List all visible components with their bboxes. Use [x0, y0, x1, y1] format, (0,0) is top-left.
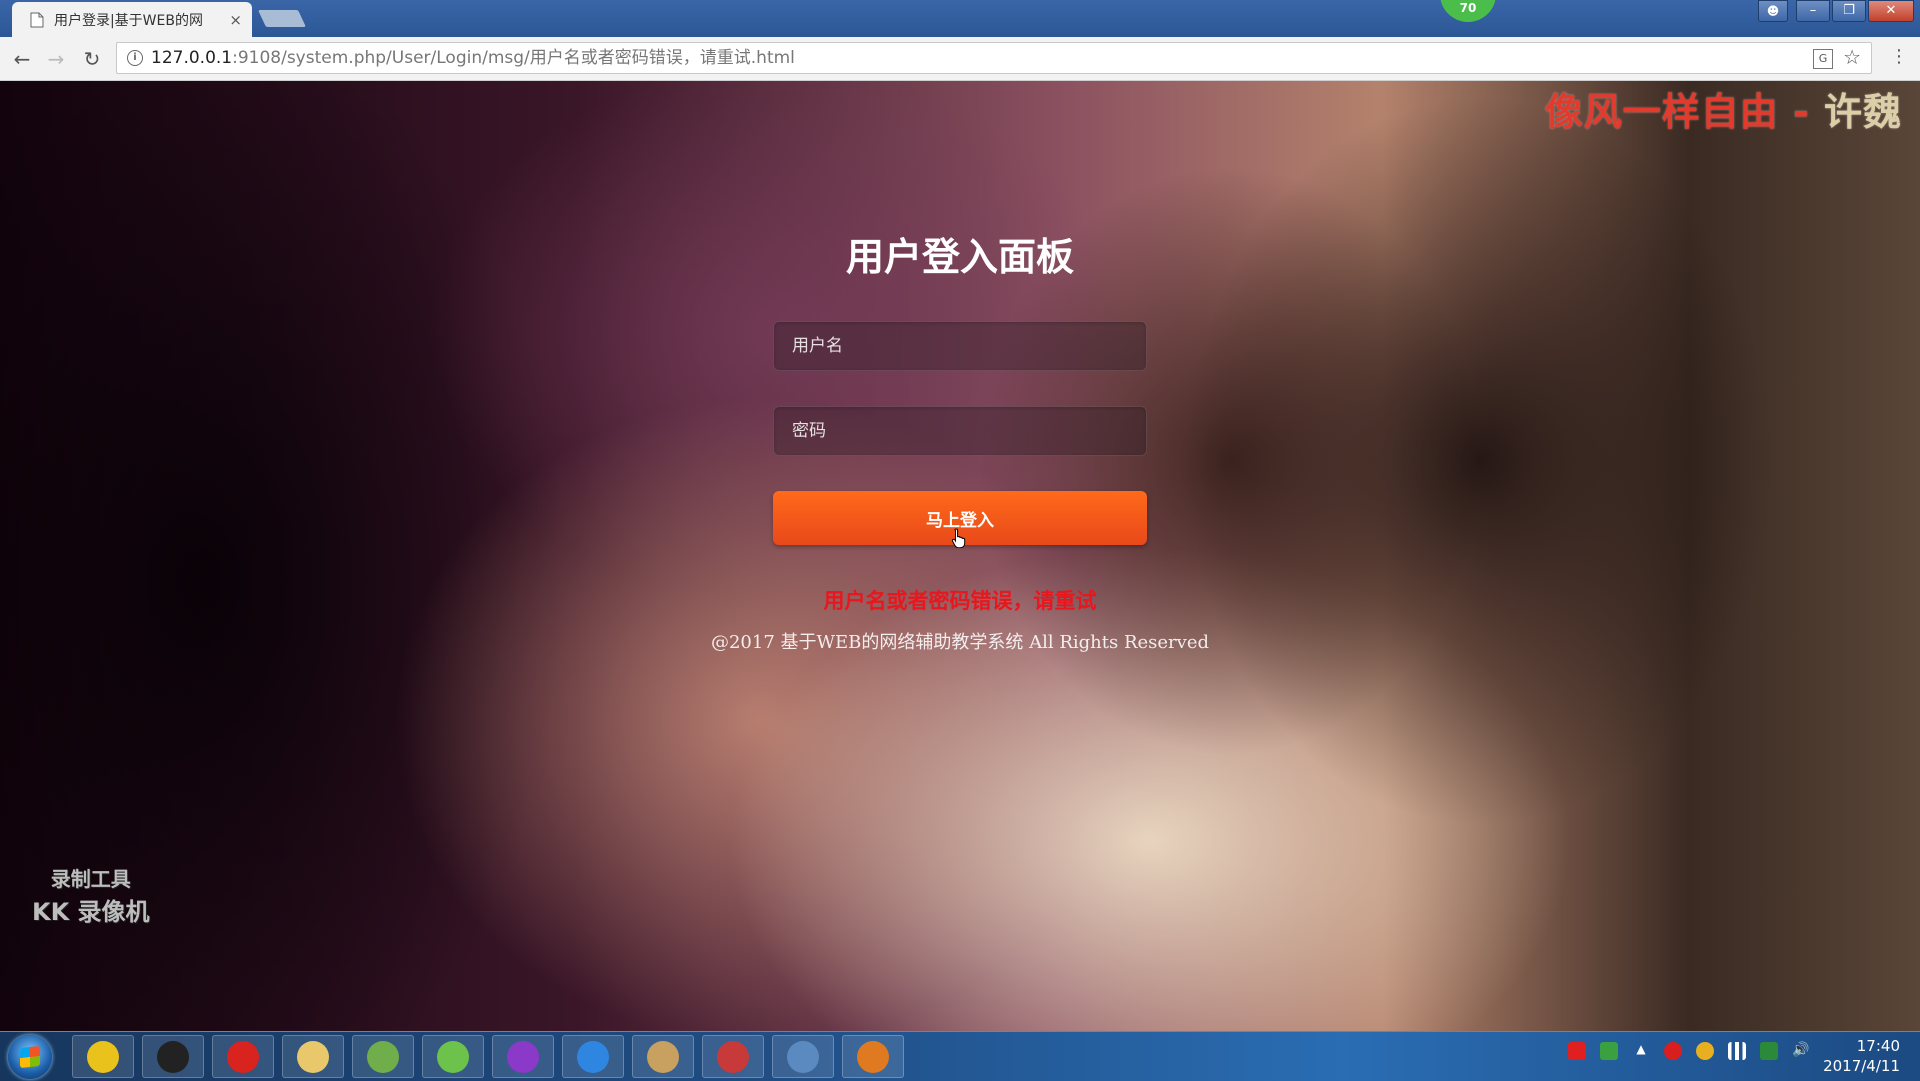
- taskbar-button[interactable]: [492, 1035, 554, 1078]
- taskbar-button[interactable]: [562, 1035, 624, 1078]
- wps-writer-icon: [577, 1040, 609, 1073]
- volume-icon[interactable]: 🔊: [1792, 1042, 1810, 1060]
- forward-arrow-icon[interactable]: →: [43, 46, 69, 72]
- tab-close-icon[interactable]: ×: [229, 11, 242, 29]
- taskbar-button[interactable]: [352, 1035, 414, 1078]
- password-input[interactable]: [773, 406, 1147, 456]
- watermark-title: 像风一样自由 -: [1544, 90, 1824, 134]
- close-window-icon[interactable]: ✕: [1868, 0, 1914, 22]
- user-profile-icon[interactable]: ☻: [1758, 0, 1788, 22]
- url-path: :9108/system.php/User/Login/msg/用户名或者密码错…: [232, 48, 795, 68]
- page-icon: [30, 12, 44, 27]
- network-icon[interactable]: [1760, 1042, 1778, 1060]
- top-watermark: 像风一样自由 - 许魏: [1545, 81, 1902, 136]
- recorder-icon: [857, 1040, 889, 1073]
- taskbar-button[interactable]: [212, 1035, 274, 1078]
- taskbar: ▲ 🔊 17:40 2017/4/11: [0, 1031, 1920, 1081]
- signal-icon[interactable]: [1728, 1042, 1746, 1060]
- watermark-author: 许魏: [1823, 90, 1902, 134]
- antivirus-icon[interactable]: [1664, 1042, 1682, 1060]
- taskbar-button[interactable]: [632, 1035, 694, 1078]
- url-text[interactable]: 127.0.0.1:9108/system.php/User/Login/msg…: [151, 43, 795, 73]
- browser-360-icon: [437, 1040, 469, 1073]
- tools-icon: [647, 1040, 679, 1073]
- username-input[interactable]: [773, 321, 1147, 371]
- translate-icon[interactable]: G: [1813, 49, 1833, 69]
- bookmark-star-icon[interactable]: ☆: [1843, 45, 1861, 69]
- url-host: 127.0.0.1: [151, 48, 233, 68]
- back-arrow-icon[interactable]: ←: [9, 46, 35, 72]
- editor-icon: [367, 1040, 399, 1073]
- maximize-icon[interactable]: ❐: [1832, 0, 1866, 22]
- system-tray: ▲ 🔊: [1568, 1042, 1810, 1060]
- toolbox-icon: [717, 1040, 749, 1073]
- taskbar-clock[interactable]: 17:40 2017/4/11: [1810, 1036, 1900, 1076]
- page-title: 用户登入面板: [845, 235, 1074, 279]
- login-page: 像风一样自由 - 许魏 用户登入面板 马上登入 用户名或者密码错误，请重试 @2…: [0, 81, 1920, 1031]
- taskbar-button[interactable]: [772, 1035, 834, 1078]
- reload-icon[interactable]: ↻: [79, 46, 105, 72]
- tab-title: 用户登录|基于WEB的网: [53, 12, 203, 29]
- window-icon: [787, 1040, 819, 1073]
- tray-expand-icon[interactable]: ▲: [1632, 1042, 1650, 1060]
- taskbar-button[interactable]: [72, 1035, 134, 1078]
- info-icon[interactable]: i: [127, 50, 143, 66]
- taskbar-button[interactable]: [842, 1035, 904, 1078]
- taskbar-button[interactable]: [702, 1035, 764, 1078]
- sogou-ime-icon[interactable]: [1568, 1042, 1586, 1060]
- browser-titlebar: 用户登录|基于WEB的网 × 70 ☻ – ❐ ✕: [0, 0, 1920, 37]
- recorder-watermark: 录制工具 KK 录像机: [32, 863, 150, 927]
- chrome-icon: [87, 1040, 119, 1073]
- recorder-line2: KK 录像机: [32, 898, 150, 926]
- error-message: 用户名或者密码错误，请重试: [823, 589, 1097, 613]
- notification-badge[interactable]: 70: [1440, 0, 1496, 22]
- phpstorm-icon: [507, 1040, 539, 1073]
- taskbar-button[interactable]: [142, 1035, 204, 1078]
- window-controls: – ❐ ✕: [1794, 0, 1914, 22]
- battery-icon[interactable]: [1600, 1042, 1618, 1060]
- taskbar-button[interactable]: [282, 1035, 344, 1078]
- hand-cursor-icon: [952, 528, 966, 548]
- minimize-icon[interactable]: –: [1796, 0, 1830, 22]
- browser-toolbar: ← → ↻ i 127.0.0.1:9108/system.php/User/L…: [0, 37, 1920, 81]
- file-explorer-icon: [297, 1040, 329, 1073]
- browser-menu-icon[interactable]: ⋮: [1890, 48, 1908, 66]
- clock-date: 2017/4/11: [1823, 1057, 1900, 1075]
- netease-music-icon: [227, 1040, 259, 1073]
- clock-time: 17:40: [1856, 1037, 1900, 1055]
- copyright-footer: @2017 基于WEB的网络辅助教学系统 All Rights Reserved: [710, 632, 1209, 653]
- qq-tray-icon[interactable]: [1696, 1042, 1714, 1060]
- taskbar-button[interactable]: [422, 1035, 484, 1078]
- new-tab-button[interactable]: [258, 10, 306, 27]
- qq-icon: [157, 1040, 189, 1073]
- windows-logo-icon: [20, 1045, 40, 1069]
- browser-tab[interactable]: 用户登录|基于WEB的网 ×: [12, 2, 252, 37]
- recorder-line1: 录制工具: [50, 867, 131, 891]
- start-button[interactable]: [8, 1035, 52, 1079]
- address-bar[interactable]: i 127.0.0.1:9108/system.php/User/Login/m…: [116, 42, 1872, 74]
